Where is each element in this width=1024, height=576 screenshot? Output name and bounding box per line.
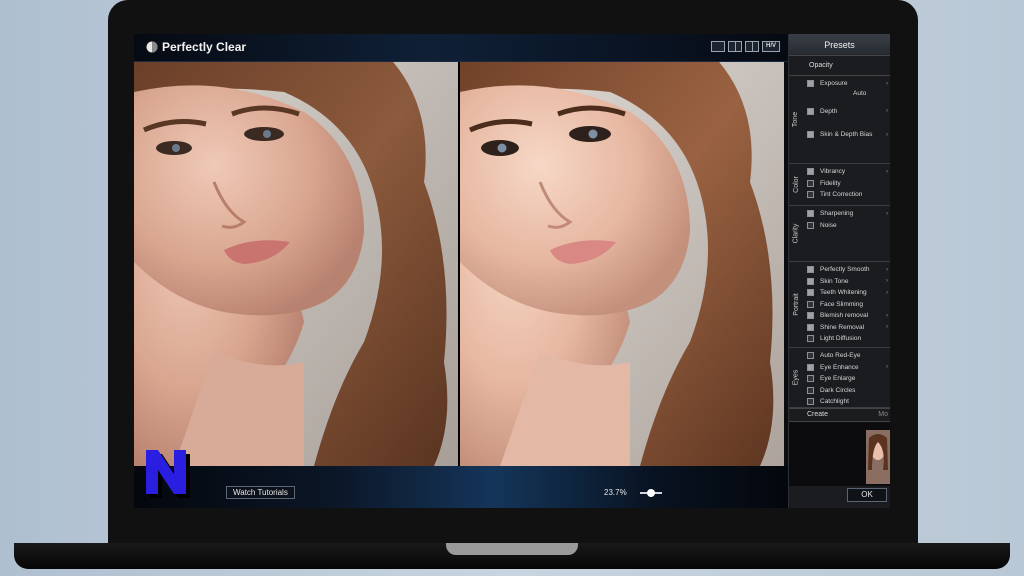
split-view-button[interactable]	[728, 41, 742, 52]
app-title: Perfectly Clear	[162, 40, 247, 54]
section-label-tone: Tone	[792, 111, 800, 128]
section-portrait: Portrait Perfectly Smooth › Skin Tone › Te…	[789, 262, 890, 348]
item-skin-tone[interactable]: Skin Tone ›	[807, 276, 890, 288]
item-face-slimming[interactable]: Face Slimming	[807, 299, 890, 311]
item-depth[interactable]: Depth ›	[807, 106, 890, 118]
n-logo-icon	[146, 450, 190, 498]
watch-tutorials-button[interactable]: Watch Tutorials	[226, 486, 295, 499]
title-bar: Perfectly Clear H/V	[134, 34, 788, 62]
chevron-icon: ›	[886, 80, 888, 87]
exposure-mode: Auto	[853, 89, 867, 97]
view-mode-buttons: H/V	[711, 41, 780, 52]
photo-before	[134, 62, 458, 466]
photo-after	[460, 62, 784, 466]
tab-create[interactable]: Create	[789, 409, 839, 421]
checkbox[interactable]	[807, 191, 814, 199]
checkbox[interactable]	[807, 300, 814, 308]
checkbox[interactable]	[807, 266, 814, 274]
chevron-icon: ›	[886, 168, 888, 175]
item-fidelity[interactable]: Fidelity	[807, 178, 890, 190]
item-dark-circles[interactable]: Dark Circles	[807, 385, 890, 397]
item-catchlight[interactable]: Catchlight	[807, 396, 890, 408]
tab-modify[interactable]: Mo	[839, 409, 891, 421]
preview-thumbnail-area	[789, 422, 890, 486]
checkbox[interactable]	[807, 352, 814, 360]
zoom-slider-thumb[interactable]	[647, 489, 655, 497]
chevron-icon: ›	[886, 324, 888, 331]
section-label-color: Color	[792, 176, 800, 193]
checkbox[interactable]	[807, 80, 814, 88]
side-by-side-view-button[interactable]	[745, 41, 759, 52]
app-logo-icon	[146, 41, 158, 53]
item-eye-enhance[interactable]: Eye Enhance ›	[807, 362, 890, 374]
item-sharpening[interactable]: Sharpening ›	[807, 208, 890, 220]
presets-header[interactable]: Presets	[789, 34, 890, 56]
hv-toggle-button[interactable]: H/V	[762, 41, 780, 52]
checkbox[interactable]	[807, 375, 814, 383]
item-skin-depth-bias[interactable]: Skin & Depth Bias ›	[807, 129, 890, 141]
checkbox[interactable]	[807, 335, 814, 343]
checkbox[interactable]	[807, 386, 814, 394]
section-label-eyes: Eyes	[792, 369, 800, 386]
section-clarity: Clarity Sharpening › Noise	[789, 206, 890, 262]
item-exposure[interactable]: Exposure ›	[807, 78, 890, 90]
item-perfectly-smooth[interactable]: Perfectly Smooth ›	[807, 264, 890, 276]
item-blemish-removal[interactable]: Blemish removal ›	[807, 310, 890, 322]
checkbox[interactable]	[807, 107, 814, 115]
preview-thumbnail[interactable]	[866, 430, 890, 484]
zoom-value: 23.7%	[604, 488, 627, 497]
opacity-row[interactable]: Opacity	[789, 56, 890, 76]
chevron-icon: ›	[886, 108, 888, 115]
section-tone: Tone Exposure › Auto Depth › Skin & Depth …	[789, 76, 890, 164]
chevron-icon: ›	[886, 312, 888, 319]
checkbox[interactable]	[807, 323, 814, 331]
item-eye-enlarge[interactable]: Eye Enlarge	[807, 373, 890, 385]
chevron-icon: ›	[886, 210, 888, 217]
checkbox[interactable]	[807, 168, 814, 176]
checkbox[interactable]	[807, 363, 814, 371]
checkbox[interactable]	[807, 221, 814, 229]
item-auto-red-eye[interactable]: Auto Red-Eye	[807, 350, 890, 362]
checkbox[interactable]	[807, 398, 814, 406]
item-teeth-whitening[interactable]: Teeth Whitening ›	[807, 287, 890, 299]
checkbox[interactable]	[807, 131, 814, 139]
single-view-button[interactable]	[711, 41, 725, 52]
chevron-icon: ›	[886, 278, 888, 285]
section-color: Color Vibrancy › Fidelity Tint Correction	[789, 164, 890, 206]
checkbox[interactable]	[807, 289, 814, 297]
chevron-icon: ›	[886, 289, 888, 296]
item-noise[interactable]: Noise	[807, 220, 890, 232]
chevron-icon: ›	[886, 131, 888, 138]
app-window: Perfectly Clear H/V Watch Tutorials 23.7…	[134, 34, 890, 508]
ok-button[interactable]: OK	[847, 488, 887, 502]
checkbox[interactable]	[807, 179, 814, 187]
preset-tabs: Create Mo	[789, 408, 890, 422]
checkbox[interactable]	[807, 312, 814, 320]
item-shine-removal[interactable]: Shine Removal ›	[807, 322, 890, 334]
section-label-portrait: Portrait	[792, 293, 800, 316]
item-tint-correction[interactable]: Tint Correction	[807, 189, 890, 201]
item-vibrancy[interactable]: Vibrancy ›	[807, 166, 890, 178]
section-label-clarity: Clarity	[792, 223, 800, 244]
laptop-notch	[446, 543, 578, 555]
section-eyes: Eyes Auto Red-Eye Eye Enhance › Eye Enlar…	[789, 348, 890, 408]
checkbox[interactable]	[807, 277, 814, 285]
bottom-bar: Watch Tutorials 23.7%	[134, 466, 788, 508]
chevron-icon: ›	[886, 364, 888, 371]
adjustments-panel: Presets Opacity Tone Exposure › Auto Dept…	[788, 34, 890, 508]
photo-compare-area	[134, 62, 784, 466]
item-light-diffusion[interactable]: Light Diffusion	[807, 333, 890, 345]
checkbox[interactable]	[807, 210, 814, 218]
chevron-icon: ›	[886, 266, 888, 273]
